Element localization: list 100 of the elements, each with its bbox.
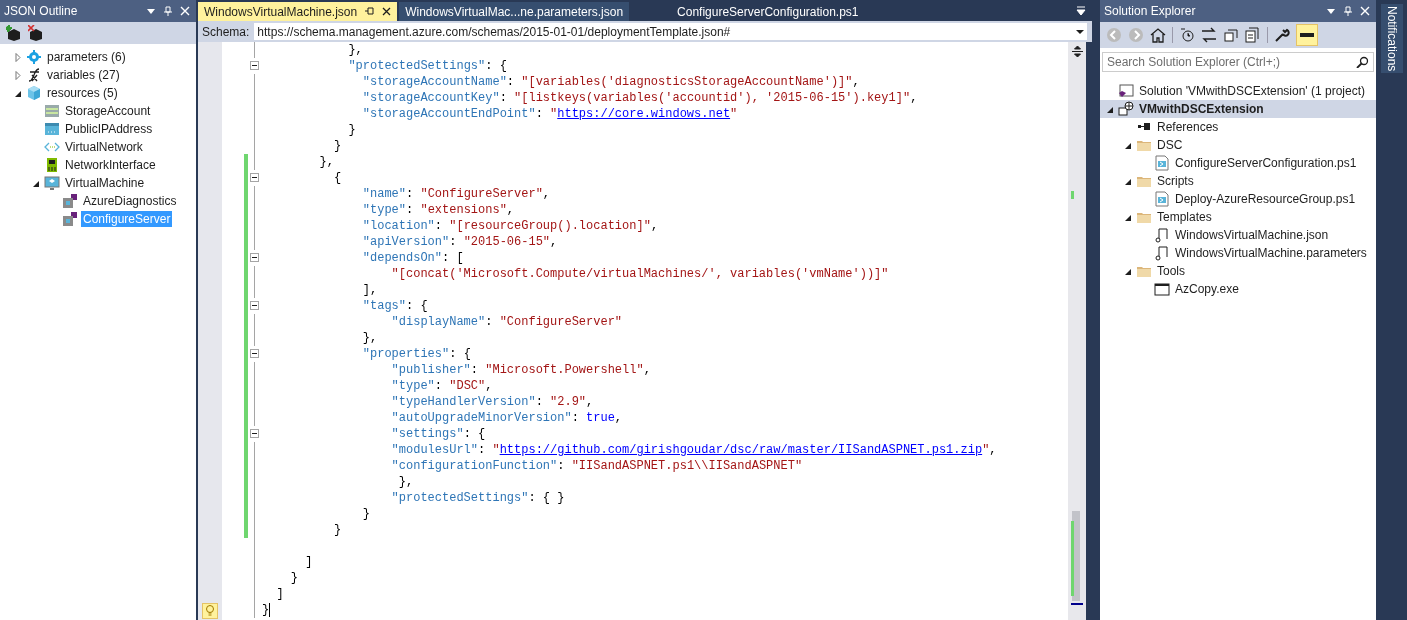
solution-icon <box>1118 83 1134 99</box>
template-file-icon <box>1154 227 1170 243</box>
code-line: "settings": { <box>391 426 486 442</box>
cube-icon <box>26 85 42 101</box>
tree-row-highlight[interactable]: VMwithDSCExtension <box>1100 100 1376 118</box>
code-line: "[concat('Microsoft.Compute/virtualMachines/', variables('vmName'))]" <box>391 266 889 282</box>
gear-icon <box>26 49 42 65</box>
caret-icon <box>1076 27 1084 36</box>
tab-list-dropdown-icon[interactable] <box>1076 6 1086 16</box>
wrench-icon[interactable] <box>1274 27 1290 43</box>
code-line: } <box>348 122 356 138</box>
tree-item[interactable]: AzureDiagnostics <box>81 193 179 209</box>
network-card-icon <box>44 157 60 173</box>
tree-item[interactable]: WindowsVirtualMachine.parameters <box>1173 245 1369 261</box>
copy-pages-icon[interactable] <box>1245 27 1261 43</box>
link[interactable]: https://github.com/girishgoudar/dsc/raw/master/IISandASPNET.ps1.zip <box>499 443 983 457</box>
collapse-icon[interactable] <box>250 61 259 70</box>
tree-item[interactable]: ConfigureServerConfiguration.ps1 <box>1173 155 1359 171</box>
editor-tab[interactable]: WindowsVirtualMachine.json <box>198 2 398 21</box>
extension-block-icon <box>62 211 78 227</box>
code-line: "dependsOn": [ <box>362 250 464 266</box>
add-cube-icon[interactable] <box>6 25 22 41</box>
tree-item[interactable]: AzCopy.exe <box>1173 281 1241 297</box>
tree-item[interactable]: resources (5) <box>45 85 120 101</box>
collapse-icon[interactable] <box>250 429 259 438</box>
tree-item[interactable]: PublicIPAddress <box>63 121 155 137</box>
editor-tab[interactable]: ConfigureServerConfiguration.ps1 <box>671 2 865 21</box>
tree-item[interactable]: VMwithDSCExtension <box>1137 101 1266 117</box>
tree-item[interactable]: Deploy-AzureResourceGroup.ps1 <box>1173 191 1358 207</box>
clock-icon[interactable] <box>1179 27 1195 43</box>
sync-arrows-icon[interactable] <box>1201 27 1217 43</box>
code-line: "publisher": "Microsoft.Powershell", <box>391 362 651 378</box>
code-line: "displayName": "ConfigureServer" <box>391 314 623 330</box>
storage-icon <box>44 103 60 119</box>
remove-cube-icon[interactable] <box>28 25 44 41</box>
link[interactable]: https://core.windows.net <box>557 107 731 121</box>
tree-item[interactable]: Scripts <box>1155 173 1196 189</box>
home-icon[interactable] <box>1150 27 1166 43</box>
dropdown-icon[interactable] <box>146 6 156 16</box>
code-line: "storageAccountName": "[variables('diagnosticsStorageAccountName')]", <box>362 74 860 90</box>
code-line: "storageAccountKey": "[listkeys(variables('accountid'), '2015-06-15').key1]", <box>362 90 918 106</box>
address-card-icon <box>44 121 60 137</box>
preview-toggle[interactable] <box>1296 24 1318 46</box>
collapse-icon[interactable] <box>250 173 259 182</box>
search-icon[interactable] <box>1355 56 1369 68</box>
script-file-icon <box>1154 155 1170 171</box>
code-line: "storageAccountEndPoint": "https://core.windows.net" <box>362 106 738 122</box>
window-icon <box>1154 281 1170 297</box>
code-line: }, <box>362 330 378 346</box>
panel-title: Solution Explorer <box>1104 4 1197 18</box>
notifications-tab[interactable]: Notifications <box>1380 4 1403 74</box>
tree-item[interactable]: StorageAccount <box>63 103 153 119</box>
tree-item[interactable]: parameters (6) <box>45 49 128 65</box>
code-line: "typeHandlerVersion": "2.9", <box>391 394 594 410</box>
tree-item[interactable]: NetworkInterface <box>63 157 158 173</box>
panel-title: JSON Outline <box>4 4 79 18</box>
search-field[interactable]: Search Solution Explorer (Ctrl+;) <box>1102 52 1374 72</box>
pin-icon[interactable] <box>365 7 375 16</box>
collapse-icon[interactable] <box>250 253 259 262</box>
code-line: "properties": { <box>362 346 471 362</box>
schema-dropdown[interactable]: https://schema.management.azure.com/schemas/2015-01-01/deploymentTemplate.json# <box>253 22 1088 41</box>
split-handle-icon[interactable] <box>1071 46 1083 57</box>
tree-item[interactable]: References <box>1155 119 1221 135</box>
code-line: } <box>334 522 342 538</box>
code-line: ] <box>276 586 284 602</box>
tree-item[interactable]: VirtualNetwork <box>63 139 145 155</box>
editor-tab[interactable]: WindowsVirtualMac...ne.parameters.json <box>399 2 630 21</box>
monitor-icon <box>44 175 60 191</box>
code-line: "modulesUrl": "https://github.com/girishgoudar/dsc/raw/master/IISandASPNET.ps1.zip", <box>391 442 997 458</box>
code-line: } <box>262 602 270 618</box>
code-line: "autoUpgradeMinorVersion": true, <box>391 410 623 426</box>
collapse-icon[interactable] <box>250 301 259 310</box>
project-icon <box>1118 101 1134 117</box>
code-line: "tags": { <box>362 298 428 314</box>
tree-item[interactable]: variables (27) <box>45 67 122 83</box>
tree-item[interactable]: Templates <box>1155 209 1214 225</box>
tree-item[interactable]: VirtualMachine <box>63 175 147 191</box>
collapse-all-icon[interactable] <box>1223 27 1239 43</box>
schema-label: Schema: <box>202 24 250 39</box>
code-line: "protectedSettings": { <box>348 58 507 74</box>
code-line: "protectedSettings": { } <box>391 490 565 506</box>
code-line: ], <box>362 282 378 298</box>
lightbulb-icon[interactable] <box>202 603 218 619</box>
tree-item[interactable]: Solution 'VMwithDSCExtension' (1 project) <box>1137 83 1367 99</box>
code-line: "location": "[resourceGroup().location]", <box>362 218 659 234</box>
script-file-icon <box>1154 191 1170 207</box>
text-caret <box>269 603 271 617</box>
dropdown-icon[interactable] <box>1326 6 1336 16</box>
code-line: { <box>334 170 342 186</box>
tree-item[interactable]: Tools <box>1155 263 1187 279</box>
template-file-icon <box>1154 245 1170 261</box>
collapse-icon[interactable] <box>250 349 259 358</box>
close-icon[interactable] <box>382 7 392 16</box>
extension-block-icon <box>62 193 78 209</box>
code-line: "apiVersion": "2015-06-15", <box>362 234 558 250</box>
code-line: "type": "DSC", <box>391 378 493 394</box>
fold-guide-line <box>254 42 255 58</box>
code-line: "type": "extensions", <box>362 202 515 218</box>
tree-item[interactable]: DSC <box>1155 137 1185 153</box>
tree-item[interactable]: WindowsVirtualMachine.json <box>1173 227 1331 243</box>
